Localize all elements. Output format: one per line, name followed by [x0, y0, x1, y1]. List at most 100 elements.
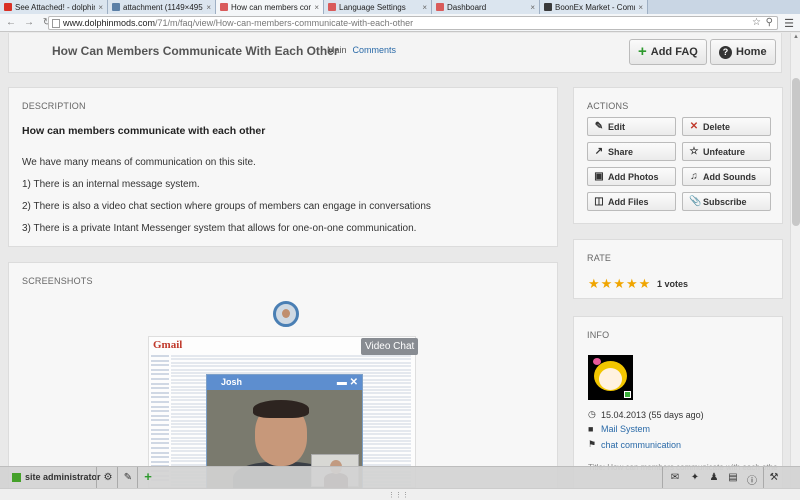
clock-icon: ◷: [588, 409, 596, 419]
avatar-bow: [593, 358, 601, 365]
zoom-icon[interactable]: ⚲: [766, 17, 773, 29]
thumbnail-face: [282, 309, 290, 318]
subscribe-label: Subscribe: [703, 196, 747, 207]
tab-close-icon[interactable]: ×: [206, 3, 211, 12]
browser-tab[interactable]: Language Settings ×: [324, 0, 432, 14]
browser-tab-strip: See Attached! - dolphinm×attachment (114…: [0, 0, 800, 14]
chat-window-controls-icon: ▬ ✕: [336, 377, 358, 388]
admin-user[interactable]: site administrator: [12, 472, 101, 482]
rating-stars[interactable]: ★ ★ ★ ★ ★: [588, 276, 650, 292]
tab-label: See Attached! - dolphinm: [15, 2, 95, 12]
twitter-icon[interactable]: ✦: [688, 472, 702, 483]
screenshot-sidebar-row: [151, 447, 169, 449]
user-icon[interactable]: ♟: [707, 472, 721, 483]
info-tag: ⚑ chat communication: [588, 439, 681, 450]
home-button[interactable]: ? Home: [710, 39, 776, 65]
gear-icon[interactable]: ⚙: [101, 472, 115, 483]
screenshot-sidebar-row: [151, 460, 169, 463]
browser-tab[interactable]: See Attached! - dolphinm×: [0, 0, 108, 14]
screenshot-mail-row: [171, 361, 411, 364]
admin-user-name: site administrator: [25, 472, 101, 482]
tab-close-icon[interactable]: ×: [638, 3, 643, 12]
tab-close-icon[interactable]: ×: [98, 3, 103, 12]
browser-tab[interactable]: BoonEx Market - Commu×: [540, 0, 648, 14]
actions-panel: ACTIONS ✎ Edit ✕ Delete ↗ Share ☆ Unfeature …: [573, 87, 783, 224]
star-icon[interactable]: ★: [626, 276, 638, 292]
subnav-comments[interactable]: Comments: [353, 45, 397, 55]
admin-toolbar: site administrator ⚙ ✎ + ✉ ✦ ♟ ▤ ⓘ ⚒: [0, 466, 800, 489]
star-icon[interactable]: ★: [613, 276, 625, 292]
screenshot-sidebar-row: [151, 391, 169, 394]
edit-icon[interactable]: ✎: [121, 472, 135, 483]
add-photos-button[interactable]: ▣ Add Photos: [587, 167, 676, 186]
tab-favicon-icon: [436, 3, 444, 11]
gmail-logo: Gmail: [153, 339, 183, 351]
bookmark-star-icon[interactable]: ☆: [752, 17, 761, 29]
info-category: ■ Mail System: [588, 424, 650, 434]
category-link[interactable]: Mail System: [601, 424, 650, 434]
add-photos-label: Add Photos: [608, 171, 659, 182]
tab-label: Dashboard: [447, 2, 487, 12]
add-sounds-button[interactable]: ♫ Add Sounds: [682, 167, 771, 186]
scrollbar-thumb[interactable]: [792, 78, 800, 226]
forward-arrow-icon[interactable]: →: [22, 17, 36, 28]
add-files-button[interactable]: ◫ Add Files: [587, 192, 676, 211]
url-input[interactable]: www.dolphinmods.com/71/m/faq/view/How-ca…: [48, 16, 778, 30]
screenshot-sidebar-row: [151, 451, 169, 454]
tab-favicon-icon: [328, 3, 336, 11]
toolbar-divider: [96, 467, 97, 489]
add-faq-button[interactable]: + Add FAQ: [629, 39, 707, 65]
tag-icon: ⚑: [588, 439, 597, 449]
share-icon: ↗: [594, 146, 604, 157]
add-files-label: Add Files: [608, 196, 649, 207]
back-arrow-icon[interactable]: ←: [4, 17, 18, 28]
vertical-scrollbar[interactable]: ▲: [790, 33, 800, 488]
screenshot-sidebar-row: [151, 401, 169, 403]
share-button[interactable]: ↗ Share: [587, 142, 676, 161]
info-date: ◷ 15.04.2013 (55 days ago): [588, 409, 704, 420]
author-avatar[interactable]: [588, 355, 633, 400]
browser-tab[interactable]: How can members comm×: [216, 0, 324, 14]
toolbar-divider: [763, 467, 764, 489]
star-icon[interactable]: ★: [639, 276, 651, 292]
tab-label: BoonEx Market - Commu: [555, 2, 635, 12]
browser-tab[interactable]: Dashboard ×: [432, 0, 540, 14]
tab-close-icon[interactable]: ×: [314, 3, 319, 12]
screenshot-sidebar-row: [151, 419, 169, 422]
subnav-main[interactable]: Main: [327, 45, 347, 55]
delete-button[interactable]: ✕ Delete: [682, 117, 771, 136]
subscribe-button[interactable]: 📎 Subscribe: [682, 192, 771, 211]
cart-icon[interactable]: ▤: [726, 472, 740, 483]
screenshot-sidebar-row: [151, 355, 169, 357]
screenshot-sidebar-row: [151, 456, 169, 459]
screenshot-sidebar-row: [151, 373, 169, 376]
star-icon[interactable]: ★: [588, 276, 600, 292]
tab-favicon-icon: [544, 3, 552, 11]
tab-close-icon[interactable]: ×: [422, 3, 427, 12]
browser-menu-icon[interactable]: ☰: [784, 17, 794, 30]
edit-button[interactable]: ✎ Edit: [587, 117, 676, 136]
screenshot-mail-row: [171, 358, 411, 361]
scroll-grip-icon[interactable]: ⋮⋮⋮: [388, 491, 409, 499]
description-title: How can members communicate with each ot…: [22, 125, 266, 137]
screenshot-sidebar-row: [151, 405, 169, 408]
edit-icon: ✎: [594, 121, 604, 132]
tab-close-icon[interactable]: ×: [530, 3, 535, 12]
browser-tab[interactable]: attachment (1149×495) ×: [108, 0, 216, 14]
page-title: How Can Members Communicate With Each Ot…: [52, 44, 339, 58]
chat-name: Josh: [221, 377, 243, 387]
add-icon[interactable]: +: [141, 469, 155, 484]
page-subnav: Main Comments: [327, 45, 396, 55]
wrench-icon[interactable]: ⚒: [767, 472, 781, 483]
horizontal-scrollbar[interactable]: ⋮⋮⋮: [0, 488, 800, 500]
delete-label: Delete: [703, 121, 731, 132]
mail-icon[interactable]: ✉: [668, 472, 682, 483]
screenshot-thumbnail[interactable]: [273, 301, 299, 327]
floppy-icon: ◫: [594, 196, 604, 207]
tag-link[interactable]: chat communication: [601, 440, 681, 450]
info-icon[interactable]: ⓘ: [745, 472, 759, 487]
unfeature-button[interactable]: ☆ Unfeature: [682, 142, 771, 161]
screenshot-sidebar-row: [151, 433, 169, 436]
scroll-up-icon[interactable]: ▲: [791, 34, 800, 40]
star-icon[interactable]: ★: [601, 276, 613, 292]
